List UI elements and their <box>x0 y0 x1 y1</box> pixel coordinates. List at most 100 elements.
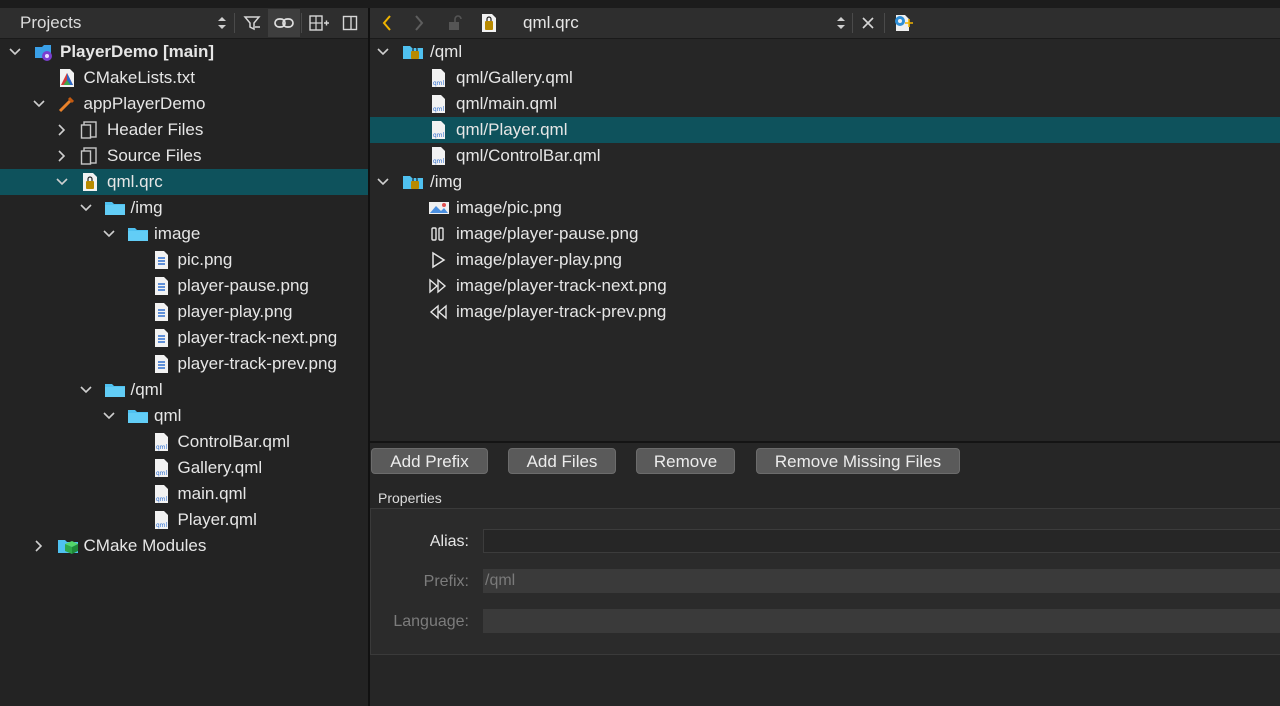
tree-item-pic-png[interactable]: pic.png <box>0 247 368 273</box>
tree-item-player-track-prev-png[interactable]: player-track-prev.png <box>0 351 368 377</box>
chevron-down-icon[interactable] <box>54 174 70 190</box>
close-document-button[interactable] <box>857 12 879 34</box>
resource-item-image-player-pause-png[interactable]: image/player-pause.png <box>370 221 1280 247</box>
remove-missing-files-button[interactable]: Remove Missing Files <box>756 448 960 474</box>
tree-item-label: appPlayerDemo <box>83 94 206 113</box>
tree-item-label: image <box>154 224 201 243</box>
add-prefix-button[interactable]: Add Prefix <box>371 448 488 474</box>
tree-item-player-pause-png[interactable]: player-pause.png <box>0 273 368 299</box>
prefix-value: /qml <box>485 572 516 589</box>
chevron-left-icon <box>382 15 391 31</box>
editor-splitter[interactable] <box>370 441 1280 443</box>
pause-icon <box>428 224 448 244</box>
chevron-down-icon[interactable] <box>31 96 47 112</box>
language-label: Language: <box>393 613 469 630</box>
tree-item-qml-qrc[interactable]: qml.qrc <box>0 169 368 195</box>
chevron-right-icon[interactable] <box>54 122 70 138</box>
resource-item-qml-controlbar-qml[interactable]: qml qml/ControlBar.qml <box>370 143 1280 169</box>
lock-button[interactable] <box>444 12 466 34</box>
resource-item-image-player-track-next-png[interactable]: image/player-track-next.png <box>370 273 1280 299</box>
chevron-down-icon[interactable] <box>375 174 391 190</box>
tree-item-player-qml[interactable]: qml Player.qml <box>0 507 368 533</box>
split-view-button[interactable] <box>303 9 335 37</box>
resource-item-label: /img <box>430 172 463 191</box>
split-editor-button[interactable] <box>892 12 914 34</box>
qml-file-icon: qml <box>428 68 448 88</box>
tree-item-cmake-modules[interactable]: CMake Modules <box>0 533 368 559</box>
projects-view-selector[interactable]: Projects <box>20 13 81 33</box>
tree-item-image[interactable]: image <box>0 221 368 247</box>
resource-item-image-pic-png[interactable]: image/pic.png <box>370 195 1280 221</box>
tree-item-appplayerdemo[interactable]: appPlayerDemo <box>0 91 368 117</box>
tree-item-playerdemo-main[interactable]: PlayerDemo [main] <box>0 39 368 65</box>
chevron-right-icon[interactable] <box>31 538 47 554</box>
filter-icon <box>243 16 261 31</box>
chevron-down-icon[interactable] <box>7 44 23 60</box>
resource-editor: qml.qrc /qml qml qml/Gallery.qml qml qml/mai… <box>370 8 1280 706</box>
close-sidebar-button[interactable] <box>334 9 366 37</box>
chevron-right-icon <box>415 15 424 31</box>
image-file-icon <box>151 354 171 374</box>
resource-item-img[interactable]: /img <box>370 169 1280 195</box>
folder-icon <box>104 380 125 400</box>
resource-item-label: image/player-play.png <box>456 250 622 269</box>
tree-item-label: player-pause.png <box>177 276 309 295</box>
folder-icon <box>104 198 125 218</box>
toolbar-separator <box>884 13 885 33</box>
qml-file-icon: qml <box>428 94 448 114</box>
filter-button[interactable] <box>236 9 268 37</box>
tree-item-main-qml[interactable]: qml main.qml <box>0 481 368 507</box>
tree-item-source-files[interactable]: Source Files <box>0 143 368 169</box>
resource-item-label: qml/ControlBar.qml <box>456 146 601 165</box>
file-type-indicator <box>478 12 500 34</box>
back-button[interactable] <box>376 12 398 34</box>
chevron-down-icon[interactable] <box>78 382 94 398</box>
open-document-selector[interactable]: qml.qrc <box>523 13 579 33</box>
chevron-down-icon[interactable] <box>101 226 117 242</box>
resource-item-qml-main-qml[interactable]: qml qml/main.qml <box>370 91 1280 117</box>
tree-item-player-play-png[interactable]: player-play.png <box>0 299 368 325</box>
tree-item-img[interactable]: /img <box>0 195 368 221</box>
tree-item-controlbar-qml[interactable]: qml ControlBar.qml <box>0 429 368 455</box>
split-add-icon <box>309 15 329 31</box>
resource-tree: /qml qml qml/Gallery.qml qml qml/main.qml qml… <box>370 39 1280 441</box>
remove-button[interactable]: Remove <box>636 448 735 474</box>
add-files-button[interactable]: Add Files <box>508 448 616 474</box>
resource-item-image-player-play-png[interactable]: image/player-play.png <box>370 247 1280 273</box>
close-icon <box>862 17 874 29</box>
sort-updown-icon[interactable] <box>216 14 228 32</box>
resource-item-qml[interactable]: /qml <box>370 39 1280 65</box>
picture-icon <box>428 198 449 218</box>
sidebar-toggle-icon <box>342 15 358 31</box>
image-file-icon <box>151 276 171 296</box>
prefix-icon <box>402 172 423 192</box>
svg-text:qml: qml <box>433 80 445 87</box>
sort-updown-icon[interactable] <box>835 14 847 32</box>
tree-item-qml[interactable]: /qml <box>0 377 368 403</box>
chevron-right-icon[interactable] <box>54 148 70 164</box>
sync-with-editor-button[interactable] <box>268 9 300 37</box>
tree-item-qml[interactable]: qml <box>0 403 368 429</box>
tree-item-header-files[interactable]: Header Files <box>0 117 368 143</box>
resource-item-qml-player-qml[interactable]: qml qml/Player.qml <box>370 117 1280 143</box>
image-file-icon <box>151 328 171 348</box>
resource-item-label: qml/Gallery.qml <box>456 68 573 87</box>
chevron-down-icon[interactable] <box>375 44 391 60</box>
source-group-icon <box>80 146 100 166</box>
resource-item-image-player-track-prev-png[interactable]: image/player-track-prev.png <box>370 299 1280 325</box>
prefix-field[interactable]: /qml <box>483 569 1280 593</box>
tree-item-cmakelists-txt[interactable]: CMakeLists.txt <box>0 65 368 91</box>
qml-file-icon: qml <box>151 432 171 452</box>
chevron-down-icon[interactable] <box>101 408 117 424</box>
resource-item-qml-gallery-qml[interactable]: qml qml/Gallery.qml <box>370 65 1280 91</box>
chevron-down-icon[interactable] <box>78 200 94 216</box>
forward-button[interactable] <box>408 12 430 34</box>
language-field[interactable] <box>483 609 1280 633</box>
resource-item-label: /qml <box>430 42 463 61</box>
tree-item-label: player-track-next.png <box>177 328 338 347</box>
tree-item-player-track-next-png[interactable]: player-track-next.png <box>0 325 368 351</box>
tree-item-gallery-qml[interactable]: qml Gallery.qml <box>0 455 368 481</box>
svg-text:qml: qml <box>155 522 167 529</box>
alias-field[interactable] <box>483 529 1280 553</box>
qrc-file-icon <box>482 14 496 32</box>
